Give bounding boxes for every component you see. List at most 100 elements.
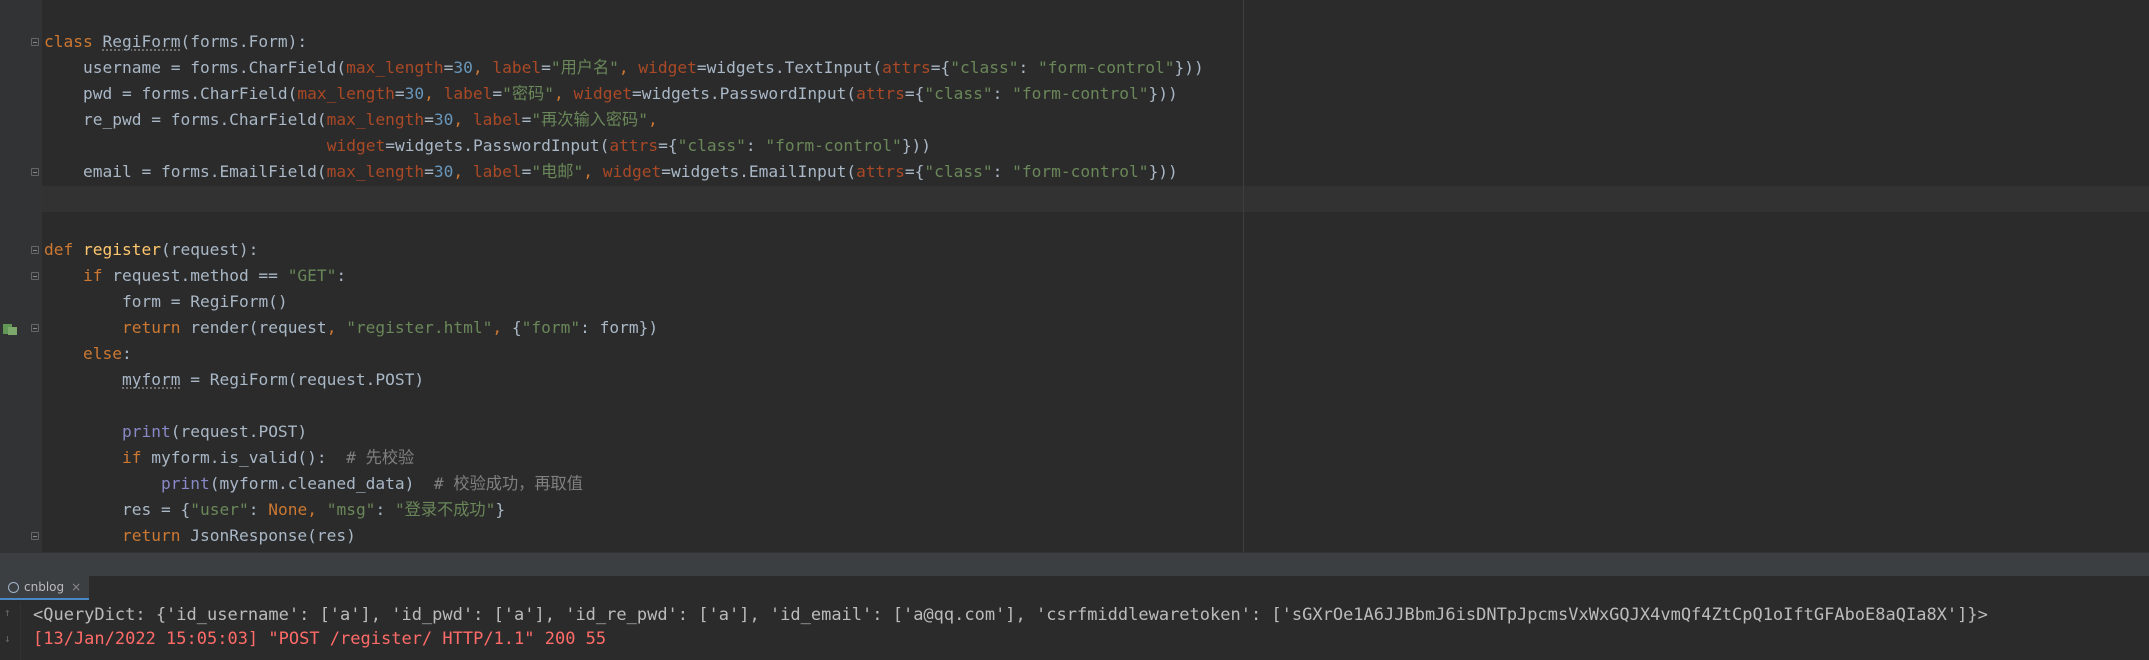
run-config-icon <box>8 581 19 593</box>
fold-marker-icon[interactable] <box>31 38 39 46</box>
fold-marker-icon[interactable] <box>31 532 39 540</box>
code-line[interactable]: email = forms.EmailField(max_length=30, … <box>0 159 2149 185</box>
code-line[interactable]: print(myform.cleaned_data) # 校验成功，再取值 <box>0 471 2149 497</box>
code-line[interactable]: def register(request): <box>0 237 2149 263</box>
code-token: max_length <box>346 58 444 77</box>
code-token: : <box>992 162 1013 181</box>
code-token: ={ <box>930 58 951 77</box>
code-token: request.method == <box>112 266 288 285</box>
code-token: print <box>161 474 210 493</box>
code-token: = <box>424 162 434 181</box>
code-token: })) <box>901 136 932 155</box>
code-token: : <box>992 84 1013 103</box>
code-token: "登录不成功" <box>394 500 496 519</box>
run-tab-cnblog[interactable]: cnblog × <box>0 576 90 600</box>
code-line[interactable]: re_pwd = forms.CharField(max_length=30, … <box>0 107 2149 133</box>
code-token: attrs <box>609 136 659 155</box>
code-token: max_length <box>326 110 425 129</box>
code-token: : <box>1018 58 1039 77</box>
code-token: (request): <box>160 240 259 259</box>
code-line[interactable]: if request.method == "GET": <box>0 263 2149 289</box>
gutter-run-icon[interactable] <box>2 321 18 337</box>
code-token: JsonResponse(res) <box>190 526 356 545</box>
fold-marker-icon[interactable] <box>31 272 39 280</box>
code-token: "form-control" <box>1038 58 1175 77</box>
fold-marker-icon[interactable] <box>31 168 39 176</box>
code-line[interactable]: if myform.is_valid(): # 先校验 <box>0 445 2149 471</box>
code-token: if <box>122 448 152 467</box>
code-token: RegiForm <box>102 32 181 51</box>
code-line[interactable] <box>0 185 2149 211</box>
code-token: =widgets.PasswordInput( <box>631 84 857 103</box>
code-token: class <box>44 32 103 51</box>
code-token: })) <box>1148 162 1178 181</box>
code-line[interactable]: else: <box>0 341 2149 367</box>
run-tab-label: cnblog <box>24 580 65 594</box>
code-token: # 先校验 <box>346 448 415 467</box>
code-token: attrs <box>882 58 931 77</box>
code-line[interactable]: return render(request, "register.html", … <box>0 315 2149 341</box>
code-line[interactable]: myform = RegiForm(request.POST) <box>0 367 2149 393</box>
code-text: def register(request): <box>44 237 258 263</box>
code-token: (request.POST) <box>170 422 308 441</box>
code-token: , <box>647 110 658 129</box>
arrow-down-icon[interactable]: ↓ <box>4 632 16 646</box>
code-token: , <box>553 84 574 103</box>
code-token: =widgets.EmailInput( <box>661 162 857 181</box>
code-token: widget <box>602 162 662 181</box>
code-token: 30 <box>433 162 454 181</box>
code-token: : <box>745 136 766 155</box>
code-editor[interactable]: class RegiForm(forms.Form): username = fo… <box>0 0 2149 552</box>
code-token: "再次输入密码" <box>531 110 648 129</box>
code-token: : <box>375 500 395 519</box>
close-icon[interactable]: × <box>71 580 81 594</box>
code-token: widget <box>326 136 386 155</box>
code-token: "form-control" <box>1012 84 1149 103</box>
code-line[interactable]: widget=widgets.PasswordInput(attrs={"cla… <box>0 133 2149 159</box>
code-token: max_length <box>326 162 425 181</box>
code-token: return <box>122 526 191 545</box>
code-line[interactable]: class RegiForm(forms.Form): <box>0 29 2149 55</box>
fold-marker-icon[interactable] <box>31 246 39 254</box>
code-text: form = RegiForm() <box>122 289 288 315</box>
code-line[interactable]: print(request.POST) <box>0 419 2149 445</box>
code-token: render(request <box>190 318 327 337</box>
arrow-up-icon[interactable]: ↑ <box>4 606 16 620</box>
code-token: "GET" <box>287 266 337 285</box>
code-token: })) <box>1148 84 1178 103</box>
code-token: widget <box>573 84 632 103</box>
code-line[interactable]: return JsonResponse(res) <box>0 523 2149 549</box>
code-token: 30 <box>433 110 454 129</box>
code-line[interactable] <box>0 211 2149 237</box>
code-token: print <box>122 422 171 441</box>
code-token: else <box>83 344 122 363</box>
code-token: re_pwd = forms.CharField( <box>83 110 327 129</box>
code-line[interactable]: username = forms.CharField(max_length=30… <box>0 55 2149 81</box>
code-token: def <box>44 240 83 259</box>
code-token: if <box>83 266 113 285</box>
code-line[interactable]: pwd = forms.CharField(max_length=30, lab… <box>0 81 2149 107</box>
code-lines[interactable]: class RegiForm(forms.Form): username = fo… <box>0 29 2149 549</box>
panel-separator[interactable] <box>0 552 2149 576</box>
code-text: pwd = forms.CharField(max_length=30, lab… <box>83 81 1178 107</box>
code-token: : form}) <box>580 318 659 337</box>
code-line[interactable] <box>0 393 2149 419</box>
code-token: , <box>424 84 444 103</box>
code-token: })) <box>1174 58 1204 77</box>
code-line[interactable]: res = {"user": None, "msg": "登录不成功"} <box>0 497 2149 523</box>
console-output-line: [13/Jan/2022 15:05:03] "POST /register/ … <box>33 629 607 649</box>
code-line[interactable]: form = RegiForm() <box>0 289 2149 315</box>
code-token: email = forms.EmailField( <box>83 162 327 181</box>
code-token: ={ <box>904 84 925 103</box>
code-text: return JsonResponse(res) <box>122 523 356 549</box>
code-token: label <box>472 110 522 129</box>
fold-marker-icon[interactable] <box>31 324 39 332</box>
code-token: "form-control" <box>765 136 902 155</box>
code-token: attrs <box>856 84 905 103</box>
code-token: =widgets.TextInput( <box>696 58 883 77</box>
code-token: 30 <box>453 58 473 77</box>
code-token: max_length <box>297 84 395 103</box>
code-token: # 校验成功，再取值 <box>433 474 583 493</box>
code-token: "用户名" <box>550 58 619 77</box>
code-token: = <box>521 162 532 181</box>
